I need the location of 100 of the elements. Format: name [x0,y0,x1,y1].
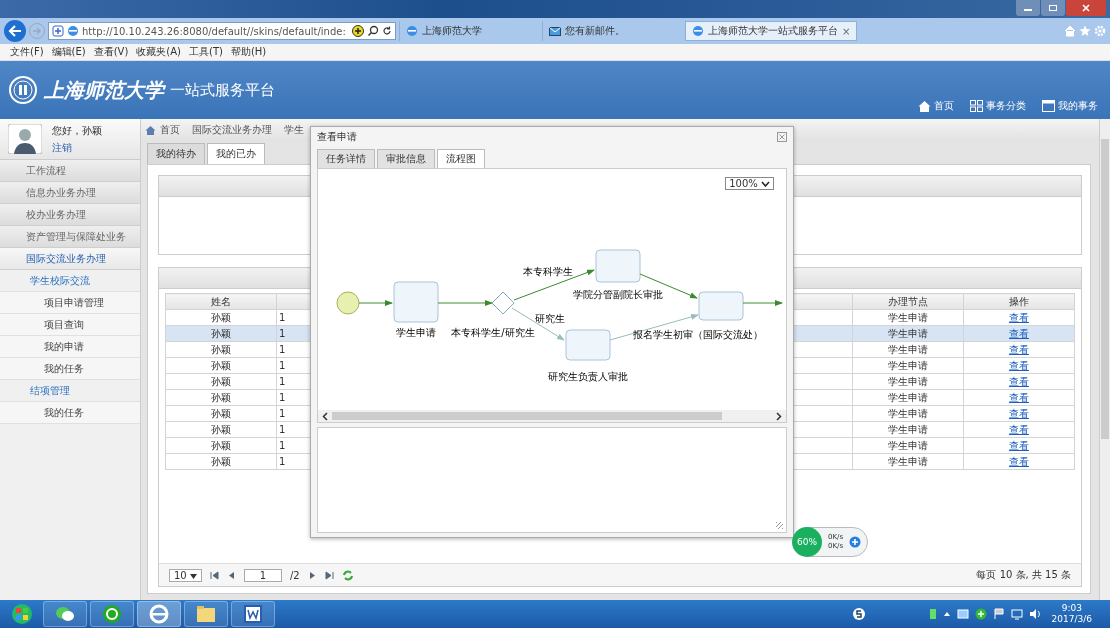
task-node [698,291,744,321]
tab[interactable]: 我的待办 [147,143,205,164]
header-nav-link[interactable]: 事务分类 [970,99,1026,113]
plus-icon[interactable] [974,608,987,620]
taskbar-app[interactable] [43,601,87,627]
sidebar-subitem[interactable]: 项目申请管理 [0,292,140,314]
tab[interactable]: 任务详情 [317,149,375,168]
caret-up-icon[interactable] [942,610,951,618]
table-cell: 1 [279,456,286,467]
usb-icon[interactable] [928,608,937,620]
home-icon [918,100,931,112]
view-link[interactable]: 查看 [1009,375,1029,387]
last-page-icon[interactable] [324,570,334,580]
sidebar-item[interactable]: 工作流程 [0,160,140,182]
tab-title: 上海师范大学 [422,24,482,38]
table-cell: 孙颖 [165,309,277,326]
breadcrumb-link[interactable]: 国际交流业务办理 [192,123,272,137]
taskbar-app[interactable] [231,601,275,627]
scroll-right-icon[interactable] [776,411,782,421]
avatar-icon [8,124,42,154]
speaker-icon[interactable] [1028,608,1041,620]
tab[interactable]: 我的已办 [207,143,265,164]
tray-app-icon[interactable] [851,607,866,621]
monitor-icon[interactable] [1010,608,1023,620]
menu-item[interactable]: 帮助(H) [230,45,267,59]
plus-icon[interactable] [849,536,862,548]
view-link[interactable]: 查看 [1009,311,1029,323]
close-icon [1081,4,1091,12]
sidebar-item[interactable]: 国际交流业务办理 [0,248,140,270]
star-icon[interactable] [1079,25,1091,37]
taskbar-app[interactable] [90,601,134,627]
table-cell: 学生申请 [852,389,964,406]
forward-arrow-icon [32,26,42,36]
grid-icon [970,100,983,112]
header-nav-link[interactable]: 我的事务 [1042,99,1098,113]
taskbar-app[interactable] [137,601,181,627]
view-link[interactable]: 查看 [1009,423,1029,435]
clock[interactable]: 9:03 2017/3/6 [1051,603,1106,625]
table-cell: 孙颖 [165,437,277,454]
network-icon[interactable] [956,608,969,620]
close-icon[interactable] [777,132,787,142]
view-link[interactable]: 查看 [1009,343,1029,355]
page-scrollbar[interactable] [1099,119,1110,600]
mail-icon [549,26,561,36]
sidebar-item[interactable]: 信息办业务办理 [0,182,140,204]
table-cell: 1 [279,328,286,339]
scroll-left-icon[interactable] [322,411,328,421]
view-link[interactable]: 查看 [1009,391,1029,403]
header-nav-link[interactable]: 首页 [918,99,954,113]
breadcrumb-link[interactable]: 首页 [145,123,180,137]
menu-item[interactable]: 编辑(E) [51,45,86,59]
table-cell: 学生申请 [852,373,964,390]
table-cell: 孙颖 [165,421,277,438]
url-text: http://10.10.243.26:8080/default//skins/default/inde: [82,25,347,37]
maximize-button[interactable] [1041,0,1065,16]
sidebar-item[interactable]: 校办业务办理 [0,204,140,226]
close-button[interactable] [1066,0,1106,16]
table-cell: 孙颖 [165,389,277,406]
tab-close-button[interactable]: × [842,25,851,37]
maximize-icon [1048,4,1058,12]
view-link[interactable]: 查看 [1009,327,1029,339]
previous-page-icon[interactable] [226,570,236,580]
resize-grip-icon[interactable] [776,522,783,529]
page-number-field[interactable]: 1 [243,568,282,582]
taskbar-app[interactable] [184,601,228,627]
sidebar-subitem[interactable]: 我的任务 [0,358,140,380]
menu-item[interactable]: 查看(V) [93,45,129,59]
tab[interactable]: 流程图 [437,149,485,168]
tab[interactable]: 审批信息 [377,149,435,168]
sidebar-subitem[interactable]: 我的申请 [0,336,140,358]
table-cell: 1 [279,376,286,387]
sidebar-subitem[interactable]: 项目查询 [0,314,140,336]
view-link[interactable]: 查看 [1009,407,1029,419]
page-size-select[interactable]: 10 [169,568,202,582]
node-label: 报名学生初审（国际交流处） [633,329,763,340]
back-button[interactable] [4,20,26,42]
table-cell: 孙颖 [165,453,277,470]
zoom-select[interactable]: 100% [725,177,774,190]
menu-item[interactable]: 文件(F) [10,45,44,59]
minimize-button[interactable] [1016,0,1040,16]
table-cell: 学生申请 [852,357,964,374]
refresh-icon[interactable] [382,25,392,37]
gateway-node [491,291,515,315]
flag-icon[interactable] [992,608,1005,620]
menu-item[interactable]: 收藏夹(A) [136,45,181,59]
breadcrumb-link[interactable]: 学生 [284,123,304,137]
view-link[interactable]: 查看 [1009,455,1029,467]
logout-link[interactable]: 注销 [52,140,102,155]
menu-item[interactable]: 工具(T) [189,45,223,59]
horizontal-scrollbar[interactable] [318,410,786,422]
view-link[interactable]: 查看 [1009,359,1029,371]
address-bar[interactable]: http://10.10.243.26:8080/default//skins/default/inde: [48,22,396,40]
view-link[interactable]: 查看 [1009,439,1029,451]
next-page-icon[interactable] [307,570,317,580]
table-cell: 学生申请 [852,405,964,422]
search-icon[interactable] [367,25,379,37]
sidebar-subitem[interactable]: 我的任务 [0,402,140,424]
browser-tab[interactable]: 上海师范大学一站式服务平台 × [685,21,858,41]
sidebar-item[interactable]: 资产管理与保障处业务 [0,226,140,248]
first-page-icon[interactable] [209,570,219,580]
